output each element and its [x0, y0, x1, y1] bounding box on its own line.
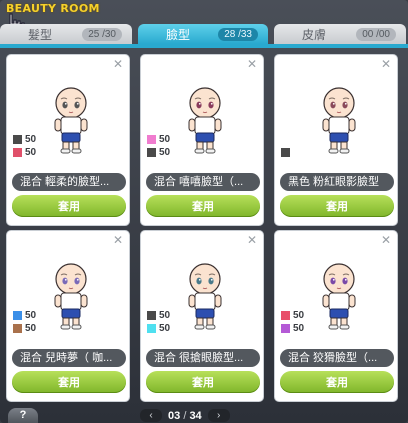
color-swatch — [281, 148, 290, 157]
prev-page-button[interactable]: ‹ — [140, 409, 162, 422]
avatar-preview — [183, 85, 227, 157]
avatar-preview — [317, 85, 361, 157]
color-swatch — [147, 148, 156, 157]
style-card: ✕ 50 50 混合 輕柔的臉型... 套用 — [6, 54, 130, 226]
color-swatch — [13, 148, 22, 157]
close-icon[interactable]: ✕ — [113, 234, 123, 246]
tab-hair-label: 髮型 — [28, 27, 53, 42]
mix-ratio: 50 — [25, 134, 37, 145]
page-total: 34 — [189, 409, 202, 422]
apply-button[interactable]: 套用 — [146, 371, 260, 393]
color-swatch — [13, 311, 22, 320]
apply-button[interactable]: 套用 — [12, 371, 126, 393]
mix-ratio: 50 — [25, 323, 37, 334]
close-icon[interactable]: ✕ — [381, 58, 391, 70]
color-swatch — [281, 324, 290, 333]
mix-ratio: 50 — [293, 323, 305, 334]
tab-hair[interactable]: 髮型 25 /30 — [0, 24, 132, 44]
mix-ratio: 50 — [25, 147, 37, 158]
close-icon[interactable]: ✕ — [247, 58, 257, 70]
apply-button[interactable]: 套用 — [12, 195, 126, 217]
next-page-button[interactable]: › — [207, 409, 230, 422]
close-icon[interactable]: ✕ — [113, 58, 123, 70]
style-card: ✕ 50 50 混合 很搶眼臉型... 套用 — [140, 230, 264, 402]
style-card: ✕ 50 50 混合 兒時夢（ 咖... 套用 — [6, 230, 130, 402]
close-icon[interactable]: ✕ — [247, 234, 257, 246]
tab-underline — [0, 44, 408, 48]
style-card: ✕ 50 50 混合 狡猾臉型（... 套用 — [274, 230, 398, 402]
avatar-preview — [317, 261, 361, 333]
close-icon[interactable]: ✕ — [381, 234, 391, 246]
mix-ratio: 50 — [159, 147, 171, 158]
style-card: ✕ 50 50 混合 嘻嘻臉型（... 套用 — [140, 54, 264, 226]
style-name: 混合 輕柔的臉型... — [12, 173, 126, 191]
tab-skin-count: 00 /00 — [356, 27, 396, 41]
page-separator: / — [183, 409, 187, 422]
style-name: 混合 狡猾臉型（... — [280, 349, 394, 367]
color-swatch — [147, 135, 156, 144]
apply-button[interactable]: 套用 — [280, 195, 394, 217]
mix-ratio: 50 — [25, 310, 37, 321]
mix-ratio: 50 — [159, 323, 171, 334]
tab-skin-label: 皮膚 — [302, 27, 327, 42]
color-swatch — [147, 324, 156, 333]
page-indicator: 03 / 34 — [168, 410, 202, 422]
style-name: 混合 嘻嘻臉型（... — [146, 173, 260, 191]
color-swatch — [147, 311, 156, 320]
style-name: 混合 很搶眼臉型... — [146, 349, 260, 367]
color-swatch — [13, 135, 22, 144]
mix-ratio: 50 — [293, 310, 305, 321]
mix-ratio: 50 — [159, 134, 171, 145]
tab-face-count: 28 /33 — [218, 27, 258, 41]
avatar-preview — [183, 261, 227, 333]
apply-button[interactable]: 套用 — [280, 371, 394, 393]
style-name: 混合 兒時夢（ 咖... — [12, 349, 126, 367]
tab-face-label: 臉型 — [166, 27, 191, 42]
tab-skin[interactable]: 皮膚 00 /00 — [274, 24, 406, 44]
style-name: 黑色 粉紅眼影臉型 — [280, 173, 394, 191]
pagination: ‹ 03 / 34 › — [140, 408, 230, 423]
tab-face[interactable]: 臉型 28 /33 — [138, 24, 268, 44]
tab-hair-count: 25 /30 — [82, 27, 122, 41]
beauty-room-window: BEAUTY ROOM 髮型 25 /30 臉型 28 /33 皮膚 00 /0… — [0, 0, 408, 423]
help-button[interactable]: ? — [8, 408, 38, 423]
color-swatch — [281, 311, 290, 320]
apply-button[interactable]: 套用 — [146, 195, 260, 217]
avatar-preview — [49, 261, 93, 333]
style-card: ✕ 黑色 粉紅眼影臉型 套用 — [274, 54, 398, 226]
page-current: 03 — [168, 409, 181, 422]
avatar-preview — [49, 85, 93, 157]
color-swatch — [13, 324, 22, 333]
mix-ratio: 50 — [159, 310, 171, 321]
